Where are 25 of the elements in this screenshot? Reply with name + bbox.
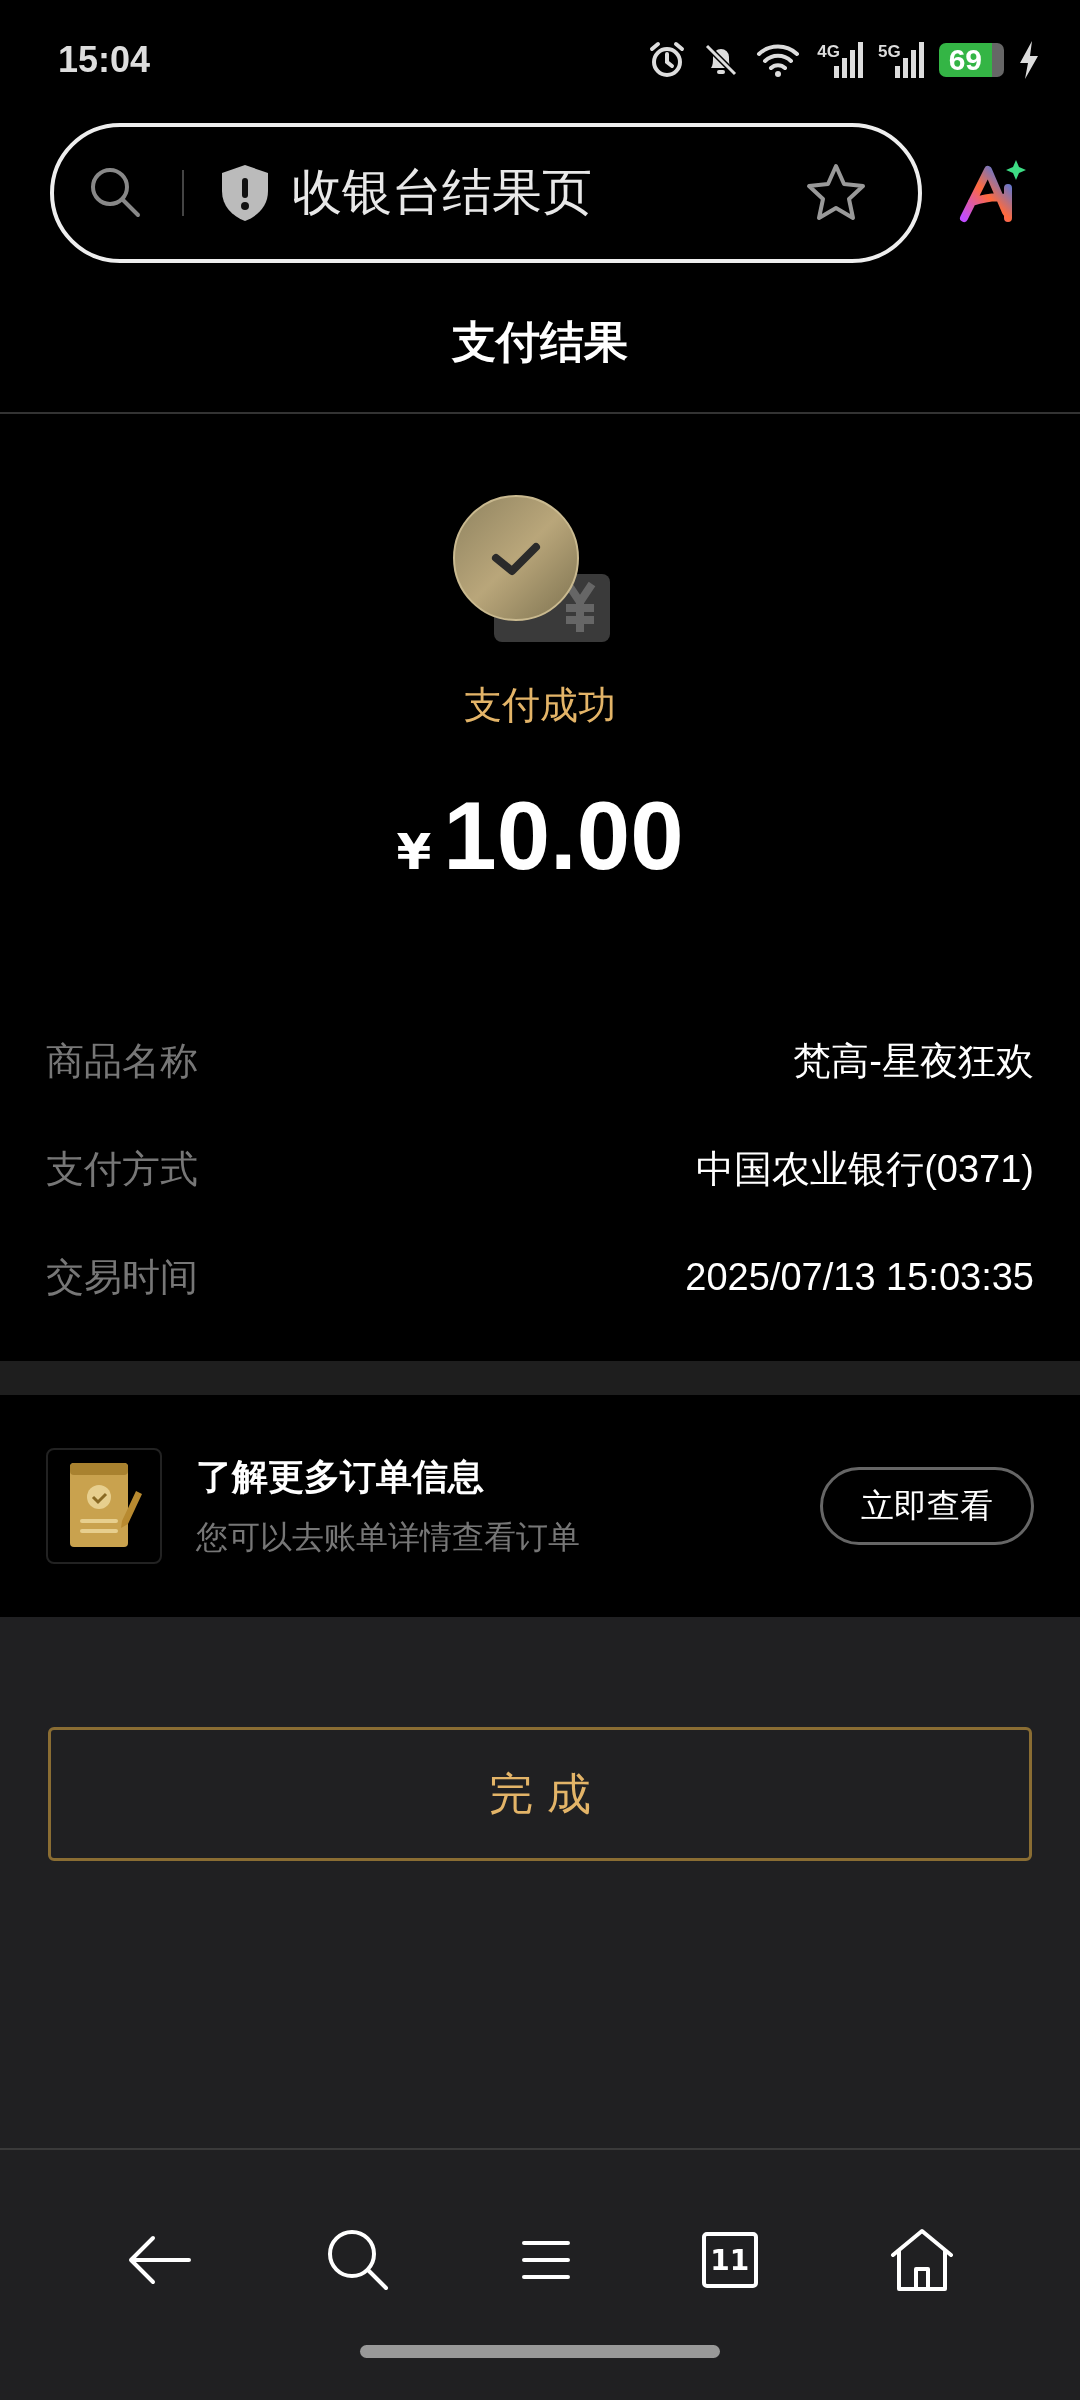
tabs-button[interactable]: 11 <box>701 2232 758 2288</box>
detail-value: 中国农业银行(0371) <box>696 1146 1034 1192</box>
card-title: 了解更多订单信息 <box>196 1454 485 1499</box>
detail-value: 梵高-星夜狂欢 <box>793 1038 1034 1084</box>
detail-label: 商品名称 <box>46 1037 198 1085</box>
home-icon[interactable] <box>888 2227 955 2293</box>
detail-label: 交易时间 <box>46 1253 198 1301</box>
detail-label: 支付方式 <box>46 1145 198 1193</box>
card-subtitle: 您可以去账单详情查看订单 <box>196 1516 581 1558</box>
clock-time: 15:04 <box>58 39 151 81</box>
network-label: 5G <box>877 42 901 62</box>
currency-symbol: ¥ <box>396 823 432 881</box>
charging-icon <box>1018 41 1040 79</box>
search-icon[interactable] <box>326 2228 391 2292</box>
done-button[interactable]: 完 成 <box>48 1727 1032 1861</box>
payment-amount: 10.00 <box>443 781 684 891</box>
network-label: 4G <box>817 42 840 62</box>
page-heading: 支付结果 <box>0 273 1080 414</box>
detail-value: 2025/07/13 15:03:35 <box>685 1255 1034 1299</box>
payment-status: 支付成功 <box>464 682 616 729</box>
tab-count: 11 <box>710 2243 750 2277</box>
view-now-button[interactable]: 立即查看 <box>820 1467 1034 1545</box>
page-title-text: 收银台结果页 <box>292 162 593 223</box>
battery-indicator: 69 <box>938 43 1004 77</box>
address-bar[interactable]: 收银台结果页 <box>50 122 922 263</box>
